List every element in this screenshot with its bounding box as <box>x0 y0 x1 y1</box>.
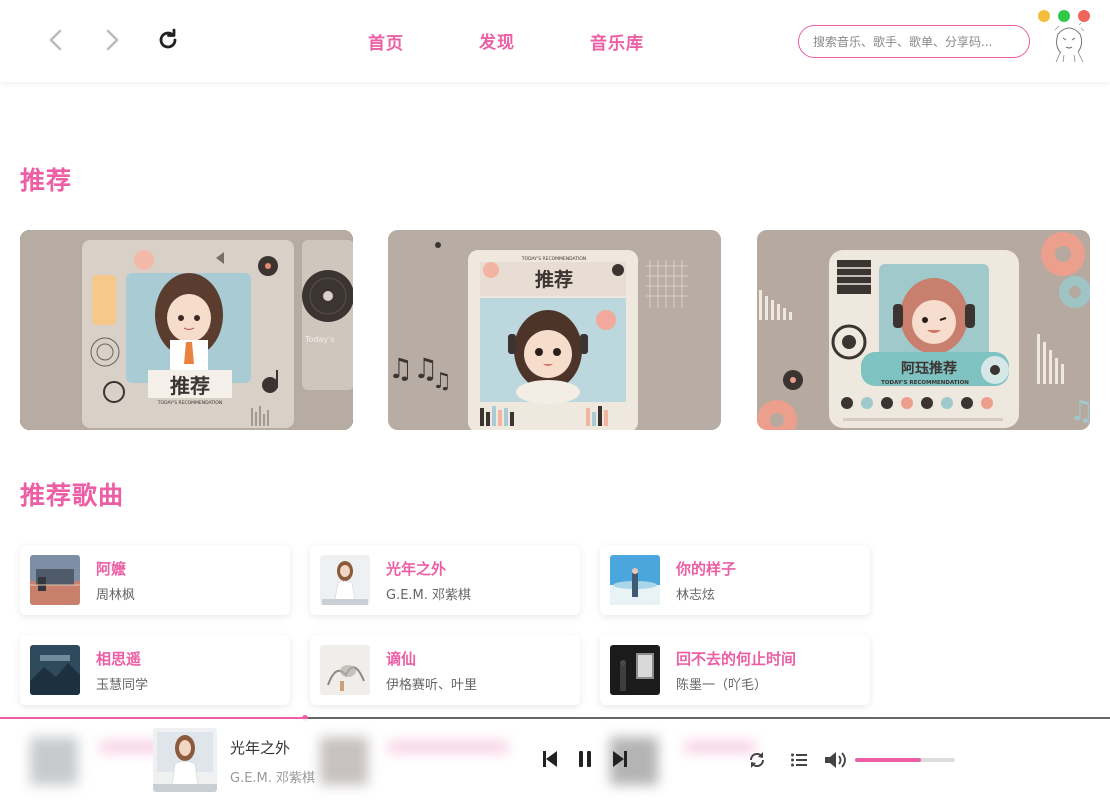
forward-button[interactable] <box>98 26 126 54</box>
banner-3-art-text: 阿珏推荐 <box>901 360 957 377</box>
repeat-icon <box>749 752 765 768</box>
volume-icon <box>825 752 846 768</box>
player-cover[interactable] <box>153 728 217 792</box>
player-ghost-6 <box>685 741 755 753</box>
song-cover-2 <box>320 555 370 605</box>
banner-2-art-subtitle: TODAY'S RECOMMENDATION <box>521 256 586 262</box>
search-input[interactable] <box>798 25 1030 58</box>
pause-icon <box>579 751 591 767</box>
recommend-banner-3[interactable]: 阿珏推荐 TODAY'S RECOMMENDATION ♫ <box>757 230 1090 430</box>
repeat-mode-button[interactable] <box>747 750 767 770</box>
song-card-5[interactable]: 谪仙 伊格赛听、叶里 <box>310 635 580 705</box>
svg-text:♫♫: ♫♫ <box>388 352 438 385</box>
banner-1-art-text: 推荐 <box>170 374 210 398</box>
chevron-right-icon <box>106 29 119 51</box>
song-artist: 伊格赛听、叶里 <box>386 678 478 693</box>
song-artist: 周林枫 <box>96 588 136 603</box>
recommend-banner-1[interactable]: 推荐 TODAY'S RECOMMENDATION Today's <box>20 230 353 430</box>
song-cover-4 <box>30 645 80 695</box>
banner-3-art-subtitle: TODAY'S RECOMMENDATION <box>881 380 969 386</box>
avatar-sketch-image <box>1050 22 1088 62</box>
song-card-1[interactable]: 阿嬷 周林枫 <box>20 545 290 615</box>
pause-button[interactable] <box>575 749 595 769</box>
banner-1-art-subtitle: TODAY'S RECOMMENDATION <box>157 400 222 406</box>
song-artist: 玉慧同学 <box>96 678 149 693</box>
player-ghost-1 <box>30 737 78 785</box>
volume-slider-fill <box>855 758 921 762</box>
minimize-window-button[interactable] <box>1038 10 1050 22</box>
song-title: 回不去的何止时间 <box>676 650 797 668</box>
svg-text:♫: ♫ <box>1069 394 1090 427</box>
volume-slider[interactable] <box>855 758 955 762</box>
skip-next-icon <box>613 751 627 767</box>
user-avatar[interactable] <box>1050 22 1088 62</box>
song-card-2[interactable]: 光年之外 G.E.M. 邓紫棋 <box>310 545 580 615</box>
maximize-window-button[interactable] <box>1058 10 1070 22</box>
banner-1-side-text: Today's <box>304 335 335 344</box>
song-cover-3 <box>610 555 660 605</box>
song-title: 阿嬷 <box>96 560 127 578</box>
banner-artwork-2: 推荐 TODAY'S RECOMMENDATION ♫♫ ♫ <box>388 230 721 430</box>
recommend-banner-2[interactable]: 推荐 TODAY'S RECOMMENDATION ♫♫ ♫ <box>388 230 721 430</box>
now-playing-artist: G.E.M. 邓紫棋 <box>230 771 316 786</box>
tab-home[interactable]: 首页 <box>368 29 404 54</box>
song-card-3[interactable]: 你的样子 林志炫 <box>600 545 870 615</box>
song-cover-6 <box>610 645 660 695</box>
playlist-button[interactable] <box>789 750 809 770</box>
list-icon <box>791 753 807 767</box>
recommend-section-title: 推荐 <box>20 166 73 195</box>
tab-discover[interactable]: 发现 <box>479 28 515 53</box>
song-cover-5 <box>320 645 370 695</box>
song-title: 光年之外 <box>386 560 447 578</box>
song-title: 相思遥 <box>96 650 142 668</box>
refresh-button[interactable] <box>154 26 182 54</box>
song-artist: 陈墨一（吖毛） <box>676 678 768 693</box>
next-track-button[interactable] <box>610 749 630 769</box>
previous-track-button[interactable] <box>540 749 560 769</box>
song-artist: G.E.M. 邓紫棋 <box>386 588 472 603</box>
back-button[interactable] <box>42 26 70 54</box>
song-card-6[interactable]: 回不去的何止时间 陈墨一（吖毛） <box>600 635 870 705</box>
song-cover-1 <box>30 555 80 605</box>
banner-artwork-1: 推荐 TODAY'S RECOMMENDATION Today's <box>20 230 353 430</box>
banner-artwork-3: 阿珏推荐 TODAY'S RECOMMENDATION ♫ <box>757 230 1090 430</box>
player-ghost-3 <box>320 737 368 785</box>
svg-text:♫: ♫ <box>432 369 452 394</box>
top-bar: 首页 发现 音乐库 <box>0 0 1110 82</box>
refresh-icon <box>159 28 177 49</box>
now-playing-title: 光年之外 <box>230 739 291 757</box>
player-ghost-4 <box>388 741 508 753</box>
tab-library[interactable]: 音乐库 <box>590 29 644 54</box>
banner-2-art-text: 推荐 <box>535 268 573 291</box>
close-window-button[interactable] <box>1078 10 1090 22</box>
song-card-4[interactable]: 相思遥 玉慧同学 <box>20 635 290 705</box>
song-title: 你的样子 <box>676 560 737 578</box>
skip-previous-icon <box>543 751 557 767</box>
song-artist: 林志炫 <box>676 588 716 603</box>
volume-button[interactable] <box>824 750 848 770</box>
songs-section-title: 推荐歌曲 <box>20 481 125 510</box>
song-title: 谪仙 <box>386 650 417 668</box>
chevron-left-icon <box>49 29 62 51</box>
